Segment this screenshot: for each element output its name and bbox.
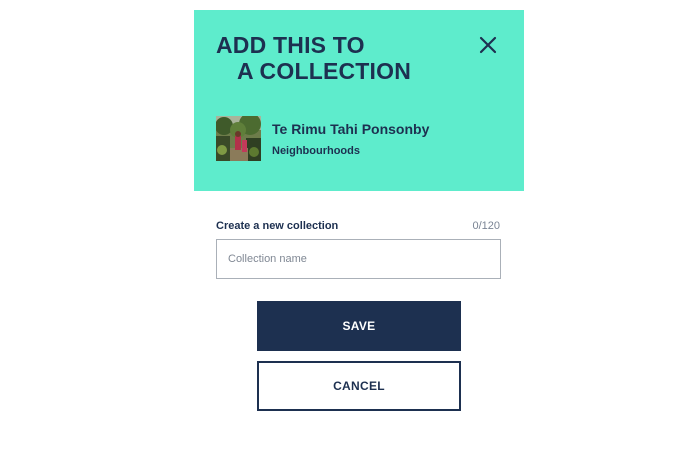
collection-name-label: Create a new collection xyxy=(216,220,339,232)
item-details: Te Rimu Tahi Ponsonby Neighbourhoods xyxy=(272,120,429,158)
selected-item: Te Rimu Tahi Ponsonby Neighbourhoods xyxy=(216,116,429,161)
dialog-header: ADD THIS TO A COLLECTION Te Rimu Tahi Po… xyxy=(194,10,524,191)
close-icon[interactable] xyxy=(477,34,499,56)
cancel-button[interactable]: CANCEL xyxy=(257,361,461,411)
item-thumbnail xyxy=(216,116,261,161)
dialog-title-line-2: A COLLECTION xyxy=(237,58,412,84)
item-name: Te Rimu Tahi Ponsonby xyxy=(272,120,430,137)
save-button[interactable]: SAVE xyxy=(257,301,461,351)
item-category: Neighbourhoods xyxy=(272,144,360,157)
dialog-title: ADD THIS TO A COLLECTION xyxy=(216,32,411,84)
add-to-collection-dialog: ADD THIS TO A COLLECTION Te Rimu Tahi Po… xyxy=(194,10,524,440)
collection-name-input[interactable] xyxy=(216,239,501,279)
character-counter: 0/120 xyxy=(472,220,500,232)
dialog-title-line-1: ADD THIS TO xyxy=(216,32,365,58)
